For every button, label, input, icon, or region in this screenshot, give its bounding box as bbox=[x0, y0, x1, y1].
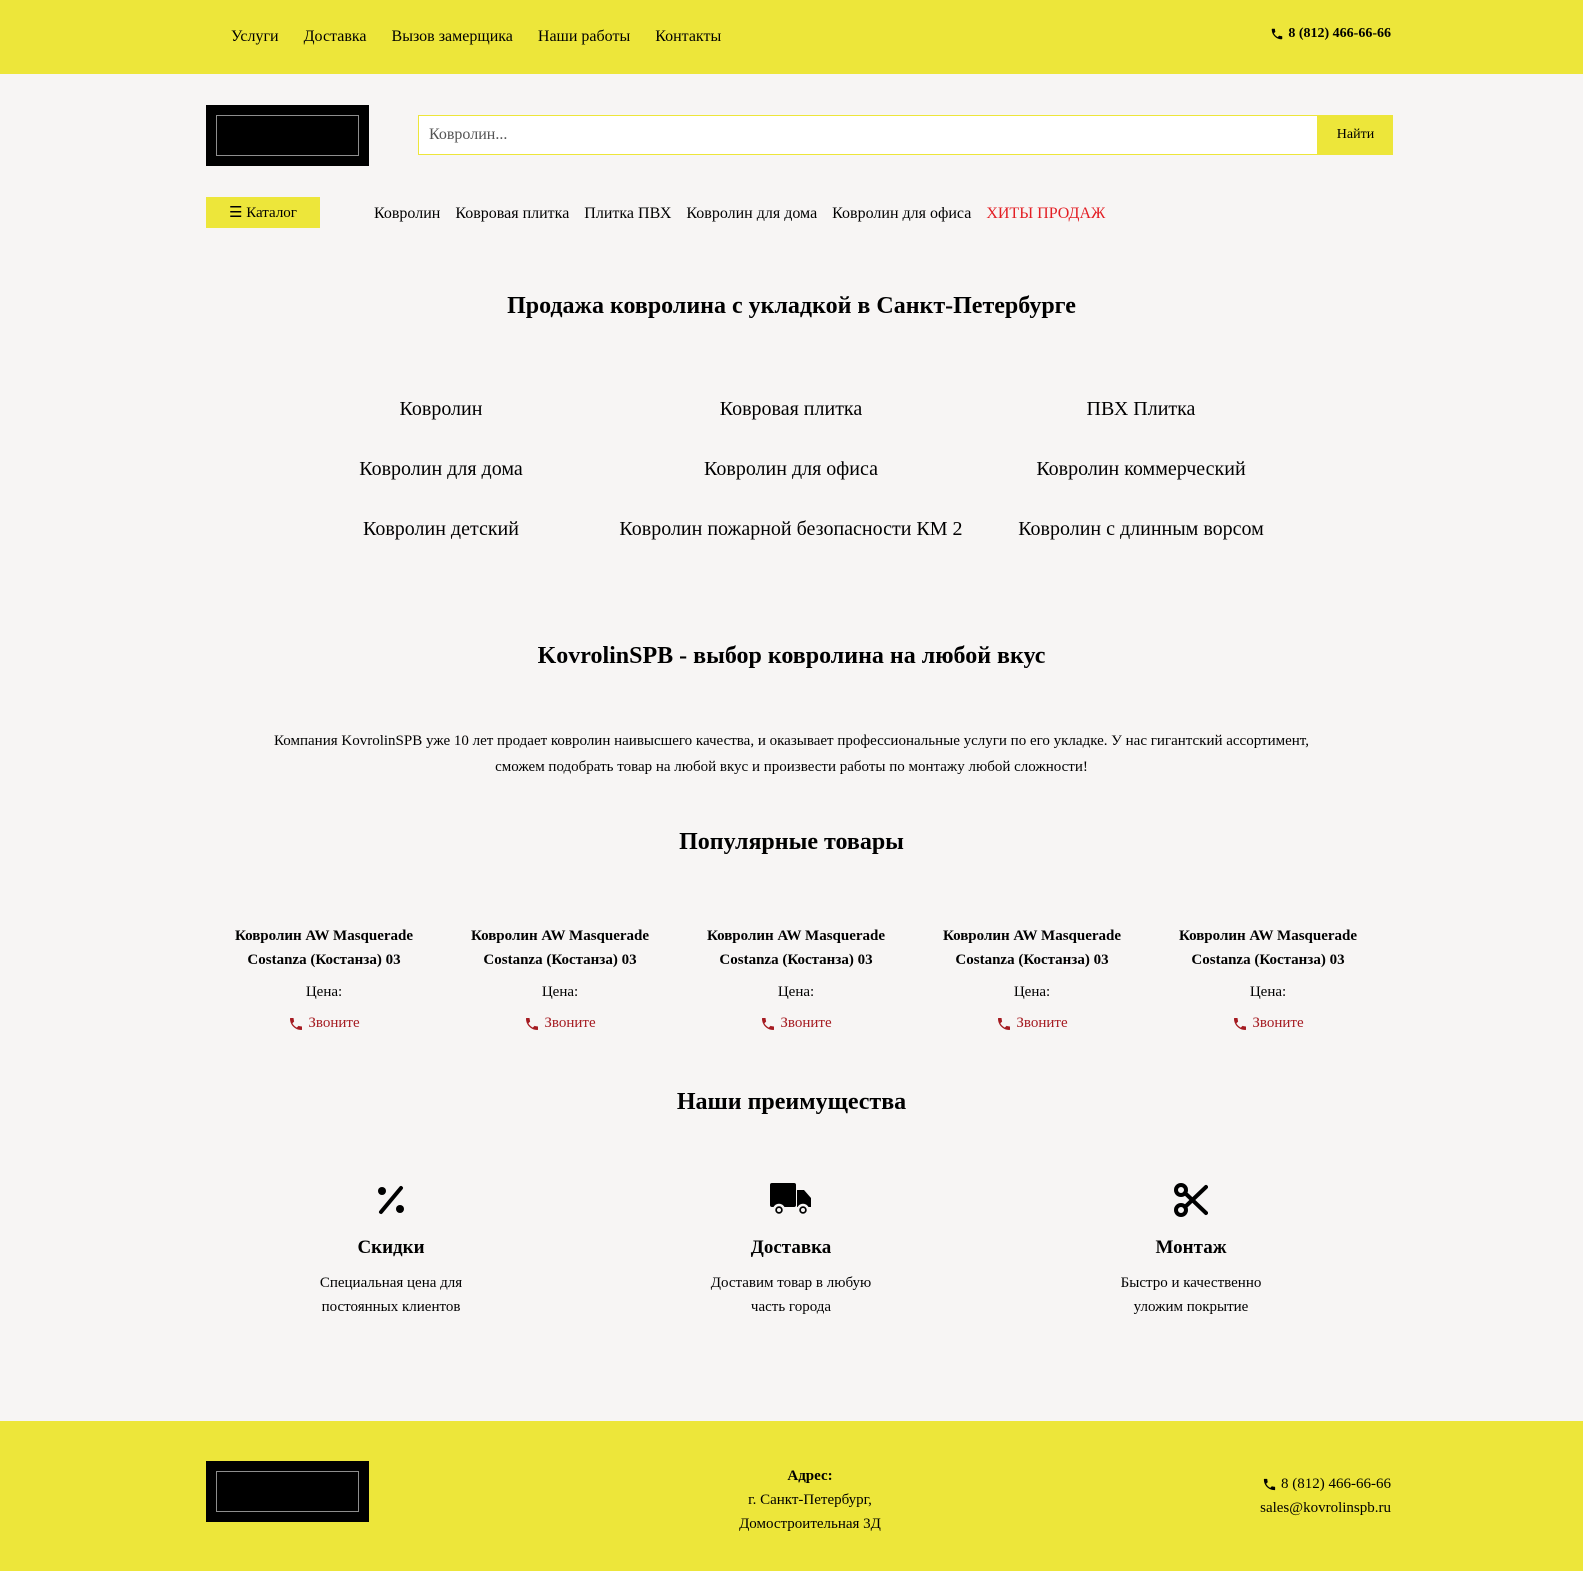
advantage-installation: Монтаж Быстро и качественно уложим покры… bbox=[991, 1180, 1391, 1319]
product-price-label: Цена: bbox=[777, 984, 815, 1000]
catalog-button[interactable]: ☰ Каталог bbox=[206, 197, 320, 228]
scissors-icon bbox=[991, 1180, 1391, 1220]
product-call-label: Звоните bbox=[1016, 1015, 1068, 1031]
product-call-link[interactable]: Звоните bbox=[1232, 1015, 1304, 1032]
logo-frame bbox=[216, 115, 359, 156]
percent-icon bbox=[191, 1180, 591, 1220]
footer-contacts: 8 (812) 466-66-66 sales@kovrolinspb.ru bbox=[1260, 1472, 1391, 1520]
advantage-discounts: Скидки Специальная цена для постоянных к… bbox=[191, 1180, 591, 1319]
advantage-title: Монтаж bbox=[1155, 1237, 1227, 1258]
catalog-nav-office[interactable]: Ковролин для офиса bbox=[832, 205, 971, 223]
advantage-title: Доставка bbox=[750, 1237, 832, 1258]
product-card: Ковролин AW Masquerade Costanza (Костанз… bbox=[678, 924, 914, 1037]
footer-logo[interactable] bbox=[206, 1461, 369, 1522]
category-link[interactable]: Ковровая плитка bbox=[616, 398, 966, 420]
phone-icon bbox=[290, 1017, 303, 1030]
product-price-label: Цена: bbox=[305, 984, 343, 1000]
top-nav-works[interactable]: Наши работы bbox=[538, 28, 630, 46]
phone-icon bbox=[1272, 28, 1283, 40]
footer-email-link[interactable]: sales@kovrolinspb.ru bbox=[1260, 1496, 1391, 1520]
advantages-title: Наши преимущества bbox=[676, 1089, 907, 1115]
phone-icon bbox=[998, 1017, 1011, 1030]
phone-icon bbox=[762, 1017, 775, 1030]
phone-icon bbox=[526, 1017, 539, 1030]
top-nav: Услуги Доставка Вызов замерщика Наши раб… bbox=[231, 28, 746, 46]
category-link[interactable]: ПВХ Плитка bbox=[966, 398, 1316, 420]
advantage-title: Скидки bbox=[357, 1237, 425, 1258]
search-input[interactable] bbox=[418, 115, 1318, 155]
product-price-label: Цена: bbox=[541, 984, 579, 1000]
category-link[interactable]: Ковролин для дома bbox=[266, 458, 616, 480]
about-title: KovrolinSPB - выбор ковролина на любой в… bbox=[537, 643, 1046, 669]
product-list: Ковролин AW Masquerade Costanza (Костанз… bbox=[206, 924, 1386, 1037]
catalog-nav-hits[interactable]: ХИТЫ ПРОДАЖ bbox=[986, 205, 1105, 223]
product-price-label: Цена: bbox=[1249, 984, 1287, 1000]
truck-icon bbox=[591, 1180, 991, 1220]
category-link[interactable]: Ковролин bbox=[266, 398, 616, 420]
product-call-link[interactable]: Звоните bbox=[760, 1015, 832, 1032]
product-name[interactable]: Ковролин AW Masquerade Costanza (Костанз… bbox=[1150, 924, 1386, 972]
footer-phone-link[interactable]: 8 (812) 466-66-66 bbox=[1260, 1472, 1391, 1496]
top-nav-measurer[interactable]: Вызов замерщика bbox=[392, 28, 513, 46]
advantage-delivery: Доставка Доставим товар в любую часть го… bbox=[591, 1180, 991, 1319]
catalog-nav-home[interactable]: Ковролин для дома bbox=[686, 205, 817, 223]
product-name[interactable]: Ковролин AW Masquerade Costanza (Костанз… bbox=[678, 924, 914, 972]
product-card: Ковролин AW Masquerade Costanza (Костанз… bbox=[442, 924, 678, 1037]
advantage-text: Специальная цена для постоянных клиентов bbox=[319, 1275, 463, 1315]
footer-address-line1: г. Санкт-Петербург, bbox=[748, 1492, 872, 1508]
category-grid: Ковролин Ковровая плитка ПВХ Плитка Ковр… bbox=[266, 398, 1316, 540]
footer-address-label: Адрес: bbox=[787, 1468, 833, 1484]
product-call-label: Звоните bbox=[544, 1015, 596, 1031]
catalog-nav-carpet-tile[interactable]: Ковровая плитка bbox=[455, 205, 569, 223]
catalog-nav: Ковролин Ковровая плитка Плитка ПВХ Ковр… bbox=[374, 205, 1120, 223]
search-form: Найти bbox=[418, 115, 1393, 155]
product-name[interactable]: Ковролин AW Masquerade Costanza (Костанз… bbox=[914, 924, 1150, 972]
popular-title: Популярные товары bbox=[679, 829, 904, 855]
catalog-nav-pvc-tile[interactable]: Плитка ПВХ bbox=[584, 205, 671, 223]
product-name[interactable]: Ковролин AW Masquerade Costanza (Костанз… bbox=[206, 924, 442, 972]
product-card: Ковролин AW Masquerade Costanza (Костанз… bbox=[206, 924, 442, 1037]
search-button[interactable]: Найти bbox=[1318, 115, 1393, 155]
advantage-text: Быстро и качественно уложим покрытие bbox=[1120, 1275, 1262, 1315]
product-price-label: Цена: bbox=[1013, 984, 1051, 1000]
top-nav-services[interactable]: Услуги bbox=[231, 28, 279, 46]
product-call-label: Звоните bbox=[1252, 1015, 1304, 1031]
catalog-nav-kovrolin[interactable]: Ковролин bbox=[374, 205, 440, 223]
category-link[interactable]: Ковролин пожарной безопасности КМ 2 bbox=[616, 518, 966, 540]
advantage-text: Доставим товар в любую часть города bbox=[710, 1275, 872, 1315]
header-phone-text: 8 (812) 466-66-66 bbox=[1288, 26, 1391, 41]
top-nav-delivery[interactable]: Доставка bbox=[304, 28, 367, 46]
product-call-label: Звоните bbox=[780, 1015, 832, 1031]
logo-frame bbox=[216, 1471, 359, 1512]
product-call-label: Звоните bbox=[308, 1015, 360, 1031]
product-call-link[interactable]: Звоните bbox=[288, 1015, 360, 1032]
category-link[interactable]: Ковролин коммерческий bbox=[966, 458, 1316, 480]
advantages-list: Скидки Специальная цена для постоянных к… bbox=[191, 1180, 1391, 1319]
footer-address-line2: Домостроительная 3Д bbox=[739, 1516, 881, 1532]
footer-address: Адрес: г. Санкт-Петербург, Домостроитель… bbox=[700, 1464, 920, 1536]
phone-icon bbox=[1263, 1478, 1276, 1490]
product-call-link[interactable]: Звоните bbox=[524, 1015, 596, 1032]
footer-phone-text: 8 (812) 466-66-66 bbox=[1281, 1476, 1391, 1492]
category-link[interactable]: Ковролин детский bbox=[266, 518, 616, 540]
product-card: Ковролин AW Masquerade Costanza (Костанз… bbox=[914, 924, 1150, 1037]
product-card: Ковролин AW Masquerade Costanza (Костанз… bbox=[1150, 924, 1386, 1037]
product-call-link[interactable]: Звоните bbox=[996, 1015, 1068, 1032]
category-link[interactable]: Ковролин для офиса bbox=[616, 458, 966, 480]
logo[interactable] bbox=[206, 105, 369, 166]
category-link[interactable]: Ковролин с длинным ворсом bbox=[966, 518, 1316, 540]
phone-icon bbox=[1234, 1017, 1247, 1030]
product-name[interactable]: Ковролин AW Masquerade Costanza (Костанз… bbox=[442, 924, 678, 972]
top-nav-contacts[interactable]: Контакты bbox=[655, 28, 721, 46]
header-phone-link[interactable]: 8 (812) 466-66-66 bbox=[1270, 26, 1391, 42]
page-title: Продажа ковролина с укладкой в Санкт-Пет… bbox=[507, 293, 1076, 319]
about-text: Компания KovrolinSPB уже 10 лет продает … bbox=[274, 733, 1309, 775]
